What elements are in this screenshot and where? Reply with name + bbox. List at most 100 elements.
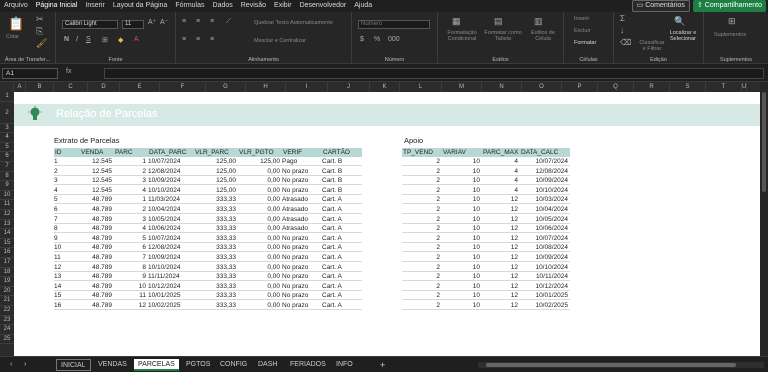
apoio-cell[interactable]: 12 [482,215,518,224]
sort-filter-button[interactable]: Classificar e Filtrar [638,40,666,52]
apoio-cell[interactable]: 2 [402,272,440,281]
menu-file[interactable]: Arquivo [0,0,32,12]
column-header-r[interactable]: R [634,82,670,92]
delete-cells-button[interactable]: Excluir [574,28,591,34]
apoio-cell[interactable]: 12 [482,272,518,281]
extrato-cell[interactable]: 10/10/2024 [148,263,192,272]
extrato-cell[interactable]: Cart. A [322,282,360,291]
extrato-cell[interactable]: 12.545 [80,186,112,195]
extrato-cell[interactable]: 12/08/2024 [148,243,192,252]
extrato-cell[interactable]: Cart. A [322,272,360,281]
number-format-dropdown[interactable]: Número [358,20,430,29]
extrato-cell[interactable]: No prazo [282,253,320,262]
extrato-cell[interactable]: 333,33 [194,291,236,300]
extrato-cell[interactable]: 12.545 [80,167,112,176]
apoio-cell[interactable]: 10/10/2024 [520,263,568,272]
column-header-n[interactable]: N [482,82,522,92]
prev-sheet-icon[interactable]: ‹ [6,359,16,371]
extrato-cell[interactable]: 4 [114,224,146,233]
extrato-cell[interactable]: 0,00 [238,167,280,176]
apoio-cell[interactable]: 4 [482,167,518,176]
apoio-header-cell[interactable]: DATA_CALC [520,148,570,157]
extrato-cell[interactable]: 125,00 [194,186,236,195]
conditional-format-button[interactable]: Formatação Condicional [442,30,482,42]
extrato-cell[interactable]: 6 [114,243,146,252]
share-button[interactable]: ⇪ Compartilhamento [692,0,766,12]
column-header-o[interactable]: O [522,82,562,92]
column-header-b[interactable]: B [26,82,54,92]
extrato-cell[interactable]: 3 [54,176,78,185]
apoio-cell[interactable]: 10 [442,301,480,310]
clear-icon[interactable]: ⌫ [620,38,631,47]
extrato-cell[interactable]: 125,00 [194,157,236,166]
apoio-cell[interactable]: 12 [482,282,518,291]
apoio-cell[interactable]: 12 [482,263,518,272]
apoio-header-cell[interactable]: VARIAV [442,148,482,157]
menu-home[interactable]: Página Inicial [31,0,82,13]
column-header-d[interactable]: D [88,82,120,92]
extrato-cell[interactable]: 125,00 [194,167,236,176]
apoio-cell[interactable]: 12 [482,253,518,262]
row-header-2[interactable]: 2 [0,102,14,124]
apoio-cell[interactable]: 10 [442,243,480,252]
fill-color-icon[interactable]: ◆ [118,36,123,44]
font-color-icon[interactable]: A [134,36,139,43]
extrato-cell[interactable]: 48.789 [80,215,112,224]
extrato-cell[interactable]: 333,33 [194,301,236,310]
extrato-cell[interactable]: No prazo [282,291,320,300]
extrato-cell[interactable]: Atrasado [282,215,320,224]
extrato-cell[interactable]: 0,00 [238,215,280,224]
extrato-cell[interactable]: 10/09/2024 [148,176,192,185]
row-header-18[interactable]: 18 [0,268,14,278]
row-header-24[interactable]: 24 [0,325,14,335]
extrato-cell[interactable]: 1 [54,157,78,166]
tab-feriados[interactable]: FERIADOS [286,359,330,371]
extrato-cell[interactable]: 0,00 [238,186,280,195]
tab-vendas[interactable]: VENDAS [94,359,131,371]
extrato-cell[interactable]: 333,33 [194,263,236,272]
apoio-cell[interactable]: 10 [442,253,480,262]
apoio-cell[interactable]: 2 [402,186,440,195]
apoio-header-cell[interactable]: PARC_MAX [482,148,520,157]
fx-icon[interactable]: fx [66,68,71,75]
extrato-cell[interactable]: 7 [54,215,78,224]
extrato-cell[interactable]: 9 [114,272,146,281]
worksheet[interactable]: Relação de Parcelas Extrato de Parcelas … [14,92,760,356]
row-header-13[interactable]: 13 [0,220,14,230]
apoio-cell[interactable]: 2 [402,263,440,272]
apoio-cell[interactable]: 2 [402,253,440,262]
extrato-cell[interactable]: Pago [282,157,320,166]
extrato-cell[interactable]: 10/01/2025 [148,291,192,300]
row-header-5[interactable]: 5 [0,143,14,153]
apoio-cell[interactable]: 10/01/2025 [520,291,568,300]
apoio-cell[interactable]: 2 [402,205,440,214]
menu-view[interactable]: Exibir [270,0,296,12]
align-bottom-icon[interactable]: ≡ [210,18,214,25]
column-header-l[interactable]: L [400,82,442,92]
extrato-cell[interactable]: 6 [54,205,78,214]
column-header-k[interactable]: K [370,82,400,92]
row-header-12[interactable]: 12 [0,210,14,220]
apoio-cell[interactable]: 2 [402,291,440,300]
extrato-header-cell[interactable]: PARC [114,148,148,157]
extrato-header-cell[interactable]: VENDA [80,148,114,157]
extrato-cell[interactable]: Cart. A [322,263,360,272]
row-header-21[interactable]: 21 [0,296,14,306]
extrato-cell[interactable]: 1 [114,157,146,166]
apoio-cell[interactable]: 10/07/2024 [520,234,568,243]
extrato-cell[interactable]: 1 [114,195,146,204]
vertical-scroll-thumb[interactable] [762,92,766,192]
extrato-cell[interactable]: Cart. A [322,253,360,262]
extrato-header-cell[interactable]: VLR_PARC [194,148,238,157]
column-header-t[interactable]: T [706,82,742,92]
extrato-header-cell[interactable]: CARTÃO [322,148,362,157]
borders-icon[interactable]: ⊞ [102,36,108,44]
paste-button[interactable]: Colar [6,34,19,40]
row-header-17[interactable]: 17 [0,258,14,268]
extrato-cell[interactable]: 5 [114,234,146,243]
find-select-button[interactable]: Localizar e Selecionar [666,30,700,42]
apoio-cell[interactable]: 10 [442,234,480,243]
apoio-cell[interactable]: 10/02/2025 [520,301,568,310]
extrato-cell[interactable]: 125,00 [194,176,236,185]
extrato-cell[interactable]: 4 [54,186,78,195]
